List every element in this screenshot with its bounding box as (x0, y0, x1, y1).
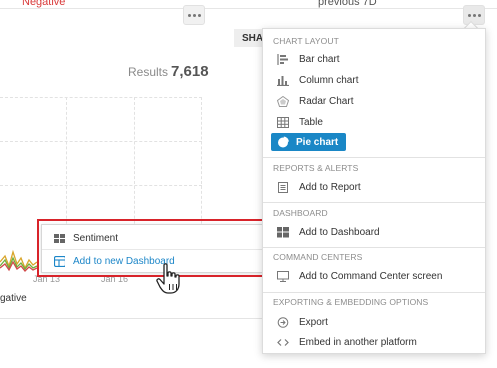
menu-item-label: Pie chart (296, 136, 339, 148)
previous-period-label: previous 7D (318, 0, 377, 8)
menu-item-radar-chart[interactable]: Radar Chart (277, 93, 353, 109)
menu-item-label: Export (299, 316, 328, 328)
pie-chart-icon (277, 136, 289, 148)
section-command-centers: COMMAND CENTERS (273, 252, 363, 262)
menu-item-bar-chart[interactable]: Bar chart (277, 51, 340, 67)
results-count: Results 7,618 (128, 63, 209, 80)
menu-item-add-to-report[interactable]: Add to Report (277, 179, 361, 195)
menu-item-add-to-command-center[interactable]: Add to Command Center screen (277, 268, 442, 284)
table-icon (277, 116, 289, 128)
menu-item-column-chart[interactable]: Column chart (277, 72, 358, 88)
code-icon (277, 337, 289, 348)
results-label: Results (128, 65, 169, 79)
bar-chart-icon (277, 53, 289, 65)
dot (472, 13, 476, 17)
menu-item-table[interactable]: Table (277, 114, 323, 130)
menu-item-add-to-dashboard[interactable]: Add to Dashboard (277, 224, 380, 240)
export-icon (277, 316, 289, 328)
menu-item-pie-chart[interactable]: Pie chart (271, 133, 347, 151)
section-export-embed: EXPORTING & EMBEDDING OPTIONS (273, 297, 429, 307)
menu-item-label: Bar chart (299, 53, 340, 65)
dot (187, 13, 191, 17)
report-icon (277, 181, 289, 193)
more-options-button-active[interactable] (463, 5, 485, 25)
gridline (0, 185, 202, 186)
menu-separator (263, 292, 485, 293)
top-strip (0, 0, 497, 9)
menu-item-embed[interactable]: Embed in another platform (277, 334, 417, 350)
trend-lines (0, 249, 38, 272)
menu-item-label: Embed in another platform (299, 336, 417, 348)
dashboard-icon (277, 226, 289, 238)
menu-item-label: Column chart (299, 74, 359, 86)
menu-item-label: Add to Command Center screen (299, 270, 443, 282)
results-value: 7,618 (171, 63, 209, 80)
menu-separator (263, 247, 485, 248)
menu-item-export[interactable]: Export (277, 314, 328, 330)
menu-separator (263, 202, 485, 203)
options-menu: CHART LAYOUT Bar chart Column chart Rada… (262, 28, 486, 354)
menu-item-label: Add to Dashboard (299, 226, 380, 238)
radar-chart-icon (277, 95, 289, 107)
menu-separator (263, 157, 485, 158)
dot (192, 13, 196, 17)
column-chart-icon (277, 75, 289, 86)
more-options-button[interactable] (183, 5, 205, 25)
section-chart-layout: CHART LAYOUT (273, 36, 339, 46)
monitor-icon (277, 270, 289, 282)
dot (467, 13, 471, 17)
menu-item-label: Add to Report (299, 181, 361, 193)
menu-item-label: Radar Chart (299, 95, 354, 107)
hand-cursor-icon (156, 263, 180, 294)
dot (197, 13, 201, 17)
gridline (0, 97, 202, 98)
section-dashboard: DASHBOARD (273, 208, 328, 218)
legend-negative: gative (0, 293, 27, 304)
dot (477, 13, 481, 17)
menu-item-label: Table (299, 116, 323, 128)
section-reports-alerts: REPORTS & ALERTS (273, 163, 359, 173)
negative-label: Negative (22, 0, 66, 8)
gridline (0, 141, 202, 142)
highlight-box (37, 219, 267, 277)
